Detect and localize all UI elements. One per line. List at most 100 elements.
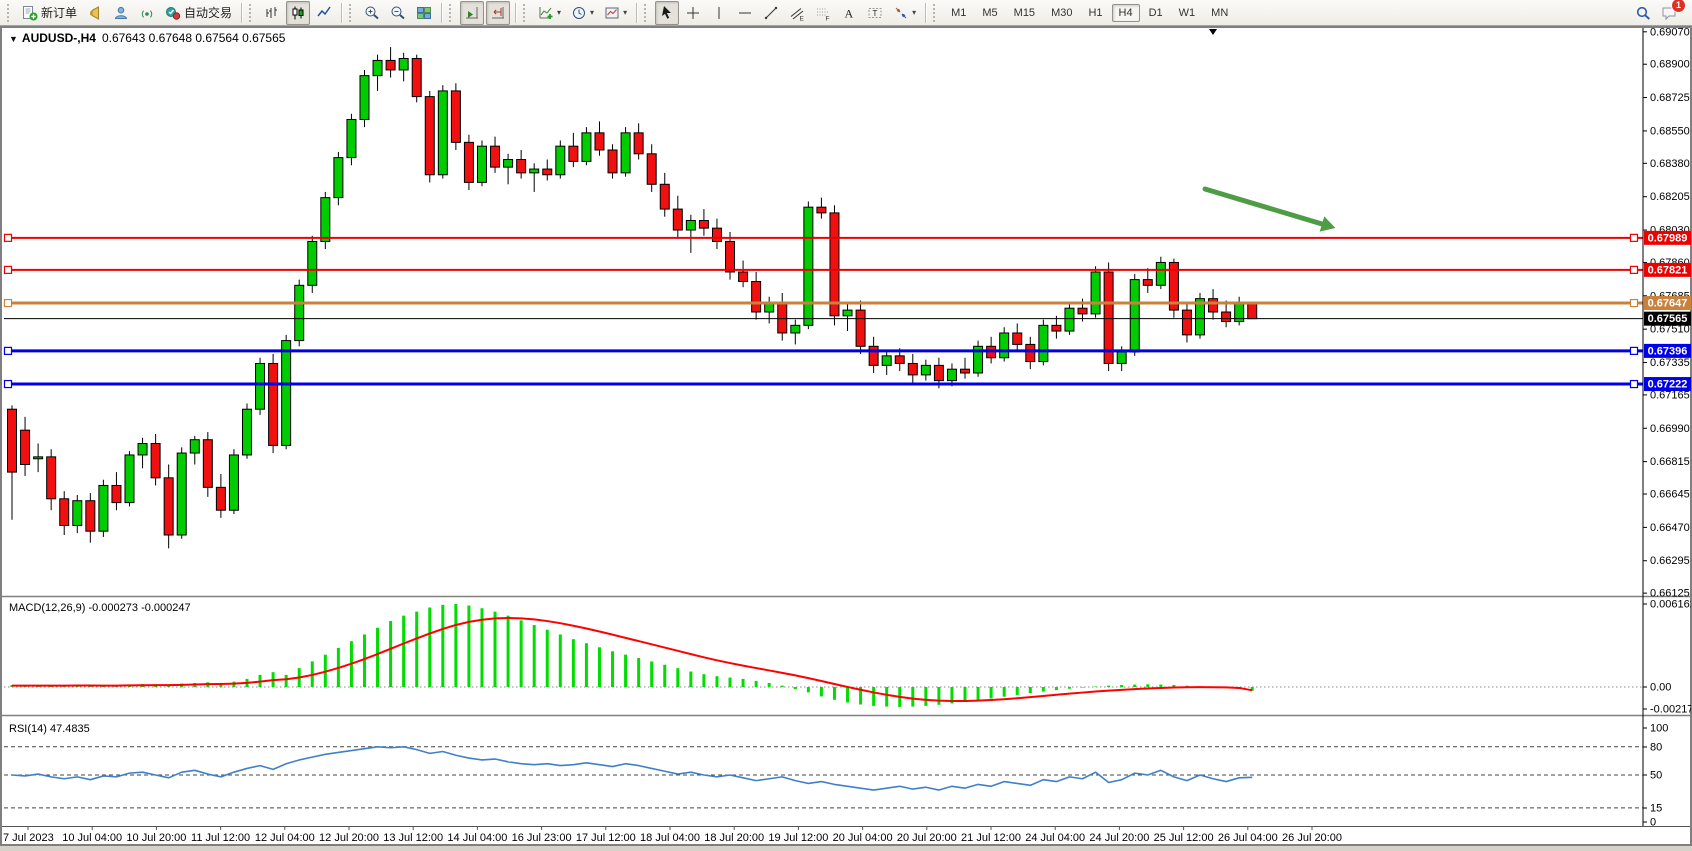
- timeframe-MN-button[interactable]: MN: [1204, 4, 1235, 22]
- candle[interactable]: [86, 501, 95, 531]
- candle[interactable]: [608, 150, 617, 173]
- timeframe-D1-button[interactable]: D1: [1142, 4, 1170, 22]
- timeframe-H1-button[interactable]: H1: [1081, 4, 1109, 22]
- candle[interactable]: [73, 501, 82, 526]
- bar-chart-button[interactable]: [260, 1, 284, 25]
- candle[interactable]: [556, 146, 565, 175]
- candle[interactable]: [334, 158, 343, 198]
- candle[interactable]: [229, 455, 238, 510]
- candle[interactable]: [477, 146, 486, 182]
- candle[interactable]: [1130, 280, 1139, 352]
- candle[interactable]: [60, 499, 69, 526]
- chart-title[interactable]: ▼AUDUSD-,H40.67643 0.67648 0.67564 0.675…: [9, 31, 285, 45]
- candle[interactable]: [712, 228, 721, 241]
- candle[interactable]: [1026, 344, 1035, 361]
- candle[interactable]: [895, 356, 904, 364]
- new-order-button[interactable]: 新订单: [18, 1, 81, 25]
- candle[interactable]: [1182, 310, 1191, 335]
- periods-button[interactable]: ▾: [567, 1, 598, 25]
- candle[interactable]: [1117, 352, 1126, 363]
- candle[interactable]: [451, 91, 460, 142]
- candle[interactable]: [934, 365, 943, 380]
- candle[interactable]: [1013, 333, 1022, 344]
- candle[interactable]: [1209, 299, 1218, 312]
- candle[interactable]: [869, 346, 878, 365]
- candle[interactable]: [621, 133, 630, 173]
- autotrading-button[interactable]: 自动交易: [161, 1, 236, 25]
- candle[interactable]: [1091, 272, 1100, 314]
- candle[interactable]: [595, 133, 604, 150]
- chart-window[interactable]: 0.690700.689000.687250.685500.683800.682…: [0, 26, 1692, 846]
- line-handle[interactable]: [1631, 381, 1638, 388]
- candle[interactable]: [1065, 308, 1074, 331]
- candle[interactable]: [425, 97, 434, 175]
- equidistant-channel-button[interactable]: E: [785, 1, 809, 25]
- dropdown-caret-icon[interactable]: ▾: [557, 8, 561, 17]
- crosshair-button[interactable]: [681, 1, 705, 25]
- candle[interactable]: [412, 58, 421, 96]
- candle[interactable]: [752, 282, 761, 312]
- candle[interactable]: [530, 169, 539, 173]
- candle[interactable]: [1248, 304, 1257, 319]
- candle[interactable]: [1039, 325, 1048, 361]
- candle[interactable]: [242, 409, 251, 455]
- candle[interactable]: [921, 365, 930, 375]
- candle[interactable]: [99, 485, 108, 531]
- candle[interactable]: [1000, 333, 1009, 358]
- fibonacci-button[interactable]: F: [811, 1, 835, 25]
- candle[interactable]: [517, 160, 526, 173]
- candle[interactable]: [373, 60, 382, 75]
- candle[interactable]: [347, 119, 356, 157]
- candle[interactable]: [1222, 312, 1231, 322]
- candle[interactable]: [856, 310, 865, 346]
- candle[interactable]: [1156, 262, 1165, 285]
- vertical-line-button[interactable]: [707, 1, 731, 25]
- candle[interactable]: [961, 369, 970, 373]
- candle[interactable]: [1052, 325, 1061, 331]
- candle[interactable]: [817, 207, 826, 213]
- line-handle[interactable]: [1631, 266, 1638, 273]
- candle[interactable]: [686, 221, 695, 231]
- line-handle[interactable]: [5, 300, 12, 307]
- chart-canvas[interactable]: 0.690700.689000.687250.685500.683800.682…: [1, 27, 1691, 845]
- candle[interactable]: [190, 440, 199, 453]
- timeframe-W1-button[interactable]: W1: [1172, 4, 1203, 22]
- candle[interactable]: [830, 213, 839, 316]
- candle[interactable]: [112, 485, 121, 502]
- profile-button[interactable]: [109, 1, 133, 25]
- timeframe-M5-button[interactable]: M5: [975, 4, 1004, 22]
- candle[interactable]: [491, 146, 500, 167]
- indicators-button[interactable]: ▾: [534, 1, 565, 25]
- search-button[interactable]: [1631, 1, 1655, 25]
- candle[interactable]: [151, 444, 160, 478]
- line-handle[interactable]: [1631, 347, 1638, 354]
- chat-button[interactable]: 1: [1657, 1, 1681, 25]
- zoom-out-button[interactable]: [386, 1, 410, 25]
- text-button[interactable]: A: [837, 1, 861, 25]
- timeframe-M30-button[interactable]: M30: [1044, 4, 1079, 22]
- candle[interactable]: [125, 455, 134, 503]
- candle[interactable]: [177, 453, 186, 535]
- auto-scroll-button[interactable]: [460, 1, 484, 25]
- zoom-in-button[interactable]: [360, 1, 384, 25]
- line-handle[interactable]: [5, 381, 12, 388]
- line-chart-button[interactable]: [312, 1, 336, 25]
- line-handle[interactable]: [1631, 300, 1638, 307]
- candle[interactable]: [34, 457, 43, 459]
- candle[interactable]: [726, 241, 735, 271]
- dropdown-caret-icon[interactable]: ▾: [590, 8, 594, 17]
- candle[interactable]: [216, 487, 225, 510]
- dropdown-caret-icon[interactable]: ▾: [623, 8, 627, 17]
- candle[interactable]: [47, 457, 56, 499]
- candle[interactable]: [947, 369, 956, 380]
- candle[interactable]: [882, 356, 891, 366]
- candle[interactable]: [569, 146, 578, 161]
- candle[interactable]: [1143, 280, 1152, 286]
- text-label-button[interactable]: T: [863, 1, 887, 25]
- candle[interactable]: [504, 160, 513, 168]
- candle[interactable]: [282, 341, 291, 446]
- line-handle[interactable]: [1631, 234, 1638, 241]
- timeframe-M1-button[interactable]: M1: [944, 4, 973, 22]
- candle[interactable]: [256, 363, 265, 409]
- candle[interactable]: [582, 133, 591, 162]
